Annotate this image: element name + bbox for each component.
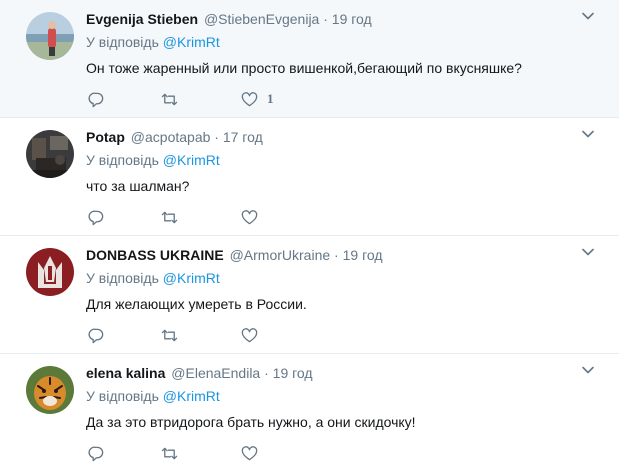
reply-prefix: У відповідь	[86, 152, 159, 168]
reply-to-link[interactable]: @KrimRt	[163, 388, 220, 404]
reply-button[interactable]	[88, 444, 161, 462]
reply-context: У відповідь @KrimRt	[86, 33, 599, 51]
heart-icon	[241, 445, 258, 460]
tweet-actions	[88, 444, 301, 462]
reply-prefix: У відповідь	[86, 270, 159, 286]
timestamp[interactable]: 19 год	[332, 11, 372, 27]
tweet-text: Для желающих умереть в России.	[86, 296, 307, 312]
chevron-down-icon[interactable]	[581, 245, 595, 259]
author-name[interactable]: Evgenija Stieben	[86, 11, 198, 27]
reply-to-link[interactable]: @KrimRt	[163, 152, 220, 168]
reply-icon	[88, 446, 104, 461]
timestamp[interactable]: 17 год	[223, 129, 263, 145]
tweet-actions	[88, 326, 301, 344]
reply-context: У відповідь @KrimRt	[86, 151, 599, 169]
author-handle[interactable]: @ArmorUkraine	[230, 247, 331, 263]
author-handle[interactable]: @ElenaEndila	[171, 365, 260, 381]
reply-prefix: У відповідь	[86, 34, 159, 50]
tweet-text: Да за это втридорога брать нужно, а они …	[86, 414, 416, 430]
retweet-button[interactable]	[161, 90, 241, 108]
reply-icon	[88, 328, 104, 343]
author-handle[interactable]: @StiebenEvgenija	[204, 11, 319, 27]
tweet-actions: 1	[88, 90, 301, 108]
author-name[interactable]: Potap	[86, 129, 125, 145]
tweet-actions	[88, 208, 301, 226]
retweet-icon	[161, 93, 178, 105]
chevron-down-icon[interactable]	[581, 9, 595, 23]
reply-button[interactable]	[88, 208, 161, 226]
retweet-button[interactable]	[161, 208, 241, 226]
tweet[interactable]: elena kalina @ElenaEndila · 19 год У від…	[0, 354, 619, 470]
heart-icon	[241, 209, 258, 224]
tweet[interactable]: Evgenija Stieben @StiebenEvgenija · 19 г…	[0, 0, 619, 118]
tweet-text: что за шалман?	[86, 178, 190, 194]
reply-icon	[88, 210, 104, 225]
avatar[interactable]	[26, 130, 74, 178]
author-name[interactable]: elena kalina	[86, 365, 165, 381]
retweet-icon	[161, 447, 178, 459]
tweet-text: Он тоже жаренный или просто вишенкой,бег…	[86, 60, 522, 76]
heart-icon	[241, 327, 258, 342]
reply-prefix: У відповідь	[86, 388, 159, 404]
separator: ·	[334, 247, 339, 263]
reply-button[interactable]	[88, 326, 161, 344]
retweet-icon	[161, 211, 178, 223]
like-count: 1	[267, 91, 274, 106]
like-button[interactable]: 1	[241, 90, 301, 108]
separator: ·	[264, 365, 269, 381]
avatar[interactable]	[26, 12, 74, 60]
author-name[interactable]: DONBASS UKRAINE	[86, 247, 224, 263]
separator: ·	[214, 129, 219, 145]
avatar[interactable]	[26, 248, 74, 296]
retweet-button[interactable]	[161, 444, 241, 462]
like-button[interactable]	[241, 326, 301, 344]
heart-icon	[241, 91, 258, 106]
tweet[interactable]: Potap @acpotapab · 17 год У відповідь @K…	[0, 118, 619, 236]
author-handle[interactable]: @acpotapab	[131, 129, 211, 145]
timestamp[interactable]: 19 год	[343, 247, 383, 263]
avatar[interactable]	[26, 366, 74, 414]
separator: ·	[323, 11, 328, 27]
reply-to-link[interactable]: @KrimRt	[163, 270, 220, 286]
timestamp[interactable]: 19 год	[273, 365, 313, 381]
retweet-button[interactable]	[161, 326, 241, 344]
retweet-icon	[161, 329, 178, 341]
like-button[interactable]	[241, 208, 301, 226]
reply-context: У відповідь @KrimRt	[86, 269, 599, 287]
reply-button[interactable]	[88, 90, 161, 108]
reply-context: У відповідь @KrimRt	[86, 387, 599, 405]
like-button[interactable]	[241, 444, 301, 462]
reply-icon	[88, 92, 104, 107]
tweet[interactable]: DONBASS UKRAINE @ArmorUkraine · 19 год У…	[0, 236, 619, 354]
chevron-down-icon[interactable]	[581, 127, 595, 141]
chevron-down-icon[interactable]	[581, 363, 595, 377]
reply-to-link[interactable]: @KrimRt	[163, 34, 220, 50]
